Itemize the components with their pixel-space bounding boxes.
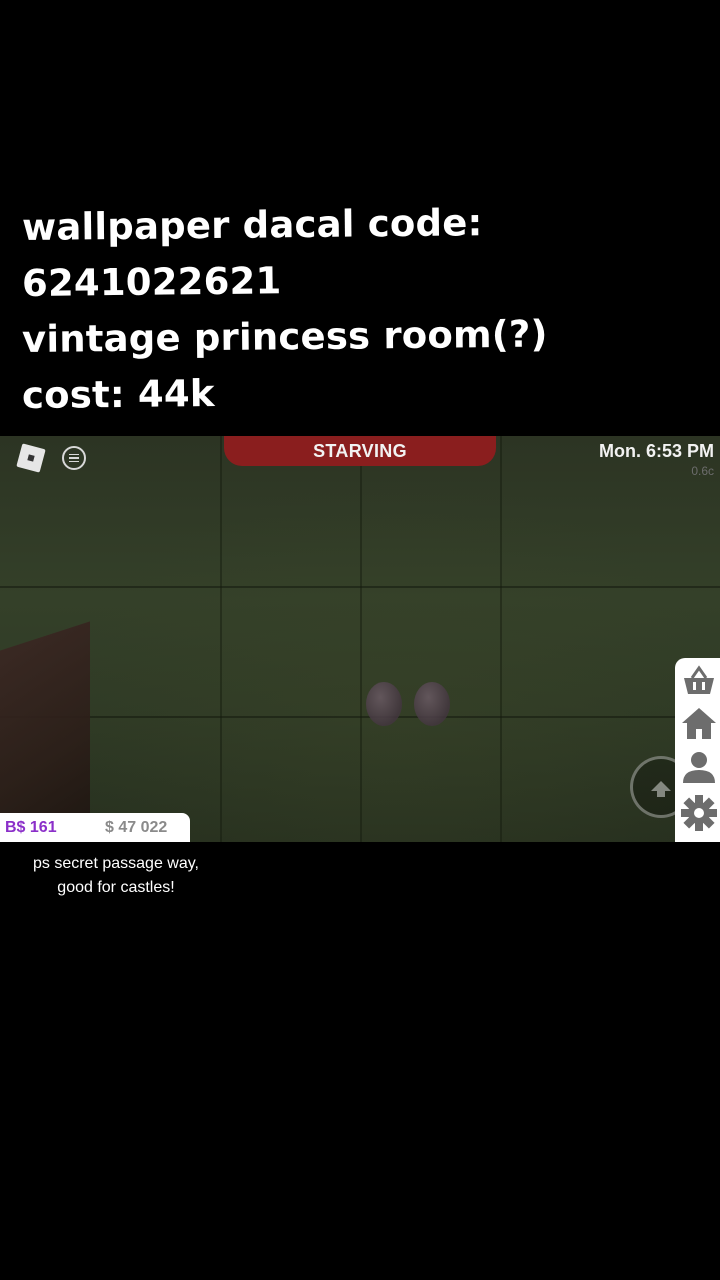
hunger-status-bar: STARVING (224, 436, 496, 466)
caption-line-3: vintage princess room(?) (21, 312, 548, 361)
caption-line-1: wallpaper dacal code: (21, 201, 483, 249)
profile-icon[interactable] (679, 748, 719, 786)
chat-icon[interactable] (62, 446, 86, 470)
hunger-status-label: STARVING (313, 440, 407, 461)
door-knob-left (366, 682, 402, 726)
caption-bottom-line-2: good for castles! (57, 879, 175, 896)
wall-panel-line (220, 436, 222, 842)
money-bar: B$ 161 $ 47 022 (0, 813, 190, 842)
game-viewport[interactable]: STARVING Mon. 6:53 PM 0.6c B$ 161 $ 47 0… (0, 436, 720, 842)
clock-sub-info: 0.6c (691, 464, 714, 478)
cash-balance: $ 47 022 (105, 818, 168, 836)
wall-panel-line (500, 436, 502, 842)
wood-furniture (0, 621, 90, 842)
wall-panel-line (360, 436, 362, 842)
game-clock: Mon. 6:53 PM (598, 441, 714, 461)
roblox-menu-icon[interactable] (16, 443, 46, 473)
caption-bottom-line-1: ps secret passage way, (32, 855, 199, 872)
side-menu (675, 658, 720, 842)
caption-overlay-bottom: ps secret passage way, good for castles! (0, 852, 232, 900)
caption-line-2: 6241022621 (21, 259, 282, 305)
home-icon[interactable] (679, 704, 719, 742)
bucks-balance: B$ 161 (5, 818, 57, 836)
settings-gear-icon[interactable] (679, 794, 719, 832)
build-basket-icon[interactable] (679, 662, 719, 700)
caption-line-4: cost: 44k (21, 371, 215, 417)
door-knob-right (414, 682, 450, 726)
caption-overlay-top: wallpaper dacal code: 6241022621 vintage… (22, 200, 702, 424)
